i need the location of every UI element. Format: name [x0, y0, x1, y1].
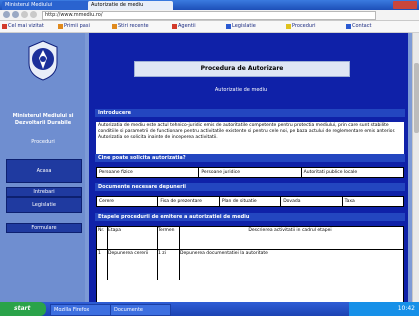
title-bar: Ministerul Mediului Autorizatie de mediu — [0, 0, 419, 10]
bookmark-icon — [2, 24, 7, 29]
table-cell: Taxa — [344, 199, 355, 204]
scrollbar-thumb[interactable] — [414, 63, 419, 133]
table-cell: Persoane fizice — [97, 168, 200, 177]
table-cell: Dovada — [281, 197, 343, 206]
bookmark-item[interactable]: Stiri recente — [112, 23, 174, 30]
bookmark-label: Stiri recente — [118, 23, 149, 29]
coat-of-arms-icon — [28, 40, 58, 81]
sidebar-title: Ministerul Mediului si Dezvoltarii Durab… — [12, 113, 74, 126]
table-cell: Depunerea cererii — [107, 250, 158, 280]
applicants-row: Persoane fizice Persoane juridice Autori… — [96, 167, 404, 178]
bookmark-item[interactable]: Legislatie — [226, 23, 288, 30]
sidebar-subtitle: Proceduri — [31, 139, 55, 145]
start-button[interactable]: start — [0, 302, 46, 316]
address-input[interactable]: http://www.mmediu.ro/ — [42, 11, 376, 20]
bookmark-label: Primii pasi — [64, 23, 90, 29]
clock: 10:42 — [397, 305, 415, 312]
section-header-intro: Introducere — [95, 109, 405, 117]
bookmark-item[interactable]: Cel mai vizitat — [2, 23, 60, 30]
taskbar: start Mozilla Firefox Documente 10:42 — [0, 302, 419, 316]
content-panel: Procedura de Autorizare Autorizatie de m… — [89, 33, 408, 304]
bookmark-icon — [112, 24, 117, 29]
sidebar: Ministerul Mediului si Dezvoltarii Durab… — [0, 33, 85, 302]
bookmark-label: Contact — [352, 23, 372, 29]
taskbar-item-firefox[interactable]: Mozilla Firefox — [50, 304, 111, 316]
column-header: Descrierea activitatii in cadrul etapei — [248, 228, 332, 233]
page-title: Procedura de Autorizare — [134, 61, 350, 77]
column-header: Termen — [157, 227, 180, 249]
bookmark-item[interactable]: Proceduri — [286, 23, 348, 30]
vertical-scrollbar[interactable] — [412, 33, 419, 302]
documents-row: Cerere Fisa de prezentare Plan de situat… — [96, 196, 404, 207]
bookmark-label: Cel mai vizitat — [8, 23, 44, 29]
back-icon[interactable] — [3, 11, 10, 18]
browser-tab-active[interactable]: Autorizatie de mediu — [88, 1, 173, 10]
table-cell: Plan de situatie — [220, 197, 282, 206]
bookmark-label: Legislatie — [232, 23, 256, 29]
bookmarks-bar: Cel mai vizitat Primii pasi Stiri recent… — [0, 21, 419, 33]
sidebar-button-forms[interactable]: Formulare — [6, 223, 82, 233]
bookmark-item[interactable]: Primii pasi — [58, 23, 114, 30]
bookmark-icon — [226, 24, 231, 29]
table-row: 1 Depunerea cererii 1 zi Depunerea docum… — [97, 250, 403, 280]
page-subtitle[interactable]: Autorizatie de mediu — [134, 87, 348, 93]
browser-tab[interactable]: Ministerul Mediului — [2, 1, 89, 10]
section-header-steps: Etapele procedurii de emitere a autoriza… — [95, 213, 405, 221]
forward-icon[interactable] — [12, 11, 19, 18]
table-cell: Cerere — [97, 197, 159, 206]
bookmark-icon — [346, 24, 351, 29]
taskbar-item-documents[interactable]: Documente — [110, 304, 171, 316]
bookmark-icon — [172, 24, 177, 29]
main-area: Procedura de Autorizare Autorizatie de m… — [85, 33, 412, 304]
table-cell: Autoritati publice locale — [303, 170, 358, 175]
reload-icon[interactable] — [21, 11, 28, 18]
bookmark-label: Proceduri — [292, 23, 316, 29]
steps-table: Nr. Etapa Termen Descrierea activitatii … — [96, 226, 404, 304]
sidebar-button-faq[interactable]: Intrebari — [6, 187, 82, 197]
table-cell: Fisa de prezentare — [158, 197, 220, 206]
sidebar-button-home[interactable]: Acasa — [6, 159, 82, 183]
window-controls[interactable] — [393, 1, 417, 9]
table-cell: Persoane juridice — [199, 168, 302, 177]
navigation-bar: http://www.mmediu.ro/ — [0, 10, 419, 21]
bookmark-item[interactable]: Agentii — [172, 23, 228, 30]
column-header: Etapa — [107, 227, 158, 249]
section-header-applicants: Cine poate solicita autorizatia? — [95, 154, 405, 162]
system-tray: 10:42 — [349, 302, 419, 316]
page-viewport: Ministerul Mediului si Dezvoltarii Durab… — [0, 33, 412, 304]
sidebar-button-legislation[interactable]: Legislatie — [6, 197, 82, 213]
bookmark-label: Agentii — [178, 23, 196, 29]
home-icon[interactable] — [30, 11, 37, 18]
table-header: Nr. Etapa Termen Descrierea activitatii … — [97, 227, 403, 250]
bookmark-icon — [286, 24, 291, 29]
table-cell: 1 zi — [157, 250, 180, 280]
table-cell: Depunerea documentatiei la autoritate — [180, 251, 268, 256]
bookmark-icon — [58, 24, 63, 29]
bookmark-item[interactable]: Contact — [346, 23, 412, 30]
section-header-documents: Documente necesare depunerii — [95, 183, 405, 191]
